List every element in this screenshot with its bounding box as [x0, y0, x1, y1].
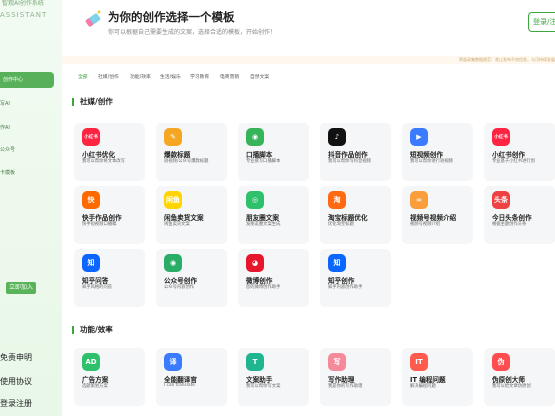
template-icon: 伪: [492, 353, 510, 371]
wand-icon: [85, 10, 101, 27]
template-icon: 译: [164, 353, 182, 371]
template-card[interactable]: 快快手作品创作 快手短视频口播稿: [74, 186, 145, 244]
template-card[interactable]: ▶ 短视频创作 我可以帮你进行短视频: [402, 123, 473, 181]
template-icon: 知: [328, 254, 346, 272]
page-subtitle: 你可以根据自己需要生成的文案，选择合适的模板，开始创作！: [108, 29, 277, 36]
tab-life[interactable]: 生活/娱乐: [160, 73, 181, 80]
template-card[interactable]: 知知乎问答 知乎风格的问答: [74, 249, 145, 307]
template-icon: ◉: [164, 254, 182, 272]
template-icon: IT: [410, 353, 428, 371]
template-desc: 我是你的写作助理: [328, 384, 363, 389]
template-icon: AD: [82, 353, 100, 371]
section-title: 功能/效率: [72, 326, 113, 334]
template-desc: 选题策划方案: [82, 384, 108, 389]
page-title: 为你的创作选择一个模板: [108, 10, 235, 24]
template-card[interactable]: ◉ 口播脚本 专业撰写口播脚本: [238, 123, 309, 181]
template-desc: 优化淘宝标题: [328, 222, 354, 227]
template-card[interactable]: 小红书 小红书创作 专业基于小红书进行创: [484, 123, 555, 181]
template-icon: ◎: [246, 191, 264, 209]
template-desc: 专业撰写口播脚本: [246, 159, 281, 164]
template-card[interactable]: 写写作助理 我是你的写作助理: [320, 348, 391, 406]
join-now-button[interactable]: 立即加入: [6, 282, 36, 294]
template-desc: 知乎内容创作助手: [328, 285, 363, 290]
template-icon: ♪: [328, 128, 346, 146]
template-desc: 视频号视频介绍: [410, 222, 441, 227]
login-button[interactable]: 登录/注册: [528, 12, 555, 32]
template-icon: 闲鱼: [164, 191, 182, 209]
sidebar-item-active-label: 创作中心: [3, 77, 24, 83]
template-card[interactable]: IT IT 编程问题 解决编程问题: [402, 348, 473, 406]
template-desc: 知乎风格的问答: [82, 285, 113, 290]
template-card[interactable]: 头条 今日头条创作 根据主题创作头条: [484, 186, 555, 244]
template-icon: T: [246, 353, 264, 371]
template-desc: 专业基于小红书进行创: [492, 159, 535, 164]
template-desc: I can translate: [164, 383, 195, 388]
template-card[interactable]: 小红书 小红书优化 我可以帮你将文本改写: [74, 123, 145, 181]
template-card[interactable]: 伪伪原创大师 我可以给文章伪原创: [484, 348, 555, 406]
tab-social[interactable]: 社媒/创作: [98, 73, 119, 80]
template-card[interactable]: ✎ 爆款标题 短视频/公众号爆款标题: [156, 123, 227, 181]
template-icon: 小红书: [492, 128, 510, 146]
template-desc: 我可以帮你进行短视频: [410, 159, 453, 164]
template-icon: ▶: [410, 128, 428, 146]
header: 为你的创作选择一个模板 你可以根据自己需要生成的文案，选择合适的模板，开始创作！…: [62, 0, 555, 56]
template-desc: 我可以帮你将文本改写: [82, 159, 125, 164]
user-agreement-link[interactable]: 使用协议: [0, 376, 32, 387]
template-icon: 头条: [492, 191, 510, 209]
template-card[interactable]: 译全能翻译官 I can translate: [156, 348, 227, 406]
template-icon: 淘: [328, 191, 346, 209]
sidebar-item[interactable]: 卡模板: [0, 169, 15, 176]
template-icon: ◕: [246, 254, 264, 272]
template-desc: 根据主题创作头条: [492, 222, 527, 227]
template-card[interactable]: 知知乎创作 知乎内容创作助手: [320, 249, 391, 307]
template-card[interactable]: ◕ 微博创作 您的微博创作助手: [238, 249, 309, 307]
template-desc: 公众号内容创作: [164, 285, 195, 290]
template-icon: 小红书: [82, 128, 100, 146]
sidebar-item[interactable]: 作AI: [0, 124, 10, 131]
template-desc: 发朋友圈文案生成: [246, 222, 281, 227]
tab-ecommerce[interactable]: 电商营销: [220, 73, 239, 80]
template-card[interactable]: 闲鱼 闲鱼卖货文案 闲鱼卖货文案: [156, 186, 227, 244]
tab-all[interactable]: 全部: [78, 73, 88, 80]
tab-efficiency[interactable]: 功能/效率: [130, 73, 151, 80]
brand-subtitle: ASSISTANT: [0, 11, 48, 19]
template-card[interactable]: 淘淘宝标题优化 优化淘宝标题: [320, 186, 391, 244]
template-card[interactable]: ◉ 公众号创作 公众号内容创作: [156, 249, 227, 307]
template-icon: ✎: [164, 128, 182, 146]
disclaimer-link[interactable]: 免责申明: [0, 352, 32, 363]
template-card[interactable]: ◎ 朋友圈文案 发朋友圈文案生成: [238, 186, 309, 244]
tab-natural[interactable]: 自然文案: [250, 73, 269, 80]
template-icon: 写: [328, 353, 346, 371]
sidebar-item[interactable]: 写AI: [0, 100, 10, 107]
sidebar-item-active[interactable]: 创作中心: [0, 72, 54, 88]
section-title: 社媒/创作: [72, 98, 113, 106]
template-card[interactable]: T 文案助手 我可以帮你写文案: [238, 348, 309, 406]
template-icon: 知: [82, 254, 100, 272]
notice-text: 界面采集数据规范：禁止发布不良信息，与可持续发展: [459, 57, 555, 62]
template-icon: 快: [82, 191, 100, 209]
sidebar-item[interactable]: 公众号: [0, 146, 15, 153]
template-desc: 您的微博创作助手: [246, 285, 281, 290]
notice-bar: 界面采集数据规范：禁止发布不良信息，与可持续发展: [62, 56, 555, 64]
template-card[interactable]: AD 广告方案 选题策划方案: [74, 348, 145, 406]
template-desc: 解决编程问题: [410, 384, 436, 389]
brand-name: 智观AI创作系统: [2, 0, 44, 7]
template-card[interactable]: ∞ 视频号视频介绍 视频号视频介绍: [402, 186, 473, 244]
login-register-link[interactable]: 登录注册: [0, 398, 32, 409]
template-desc: 短视频/公众号爆款标题: [164, 159, 209, 164]
template-desc: 我可以帮你写文案: [246, 384, 281, 389]
template-icon: ◉: [246, 128, 264, 146]
template-desc: 快手短视频口播稿: [82, 222, 117, 227]
template-icon: ∞: [410, 191, 428, 209]
sidebar: 智观AI创作系统 ASSISTANT 创作中心 写AI 作AI 公众号 卡模板 …: [0, 0, 62, 416]
template-desc: 闲鱼卖货文案: [164, 222, 190, 227]
template-desc: 我可以给文章伪原创: [492, 384, 531, 389]
tab-education[interactable]: 学习教育: [190, 73, 209, 80]
template-card[interactable]: ♪ 抖音作品创作 我可以帮你写抖音视频: [320, 123, 391, 181]
template-desc: 我可以帮你写抖音视频: [328, 159, 371, 164]
